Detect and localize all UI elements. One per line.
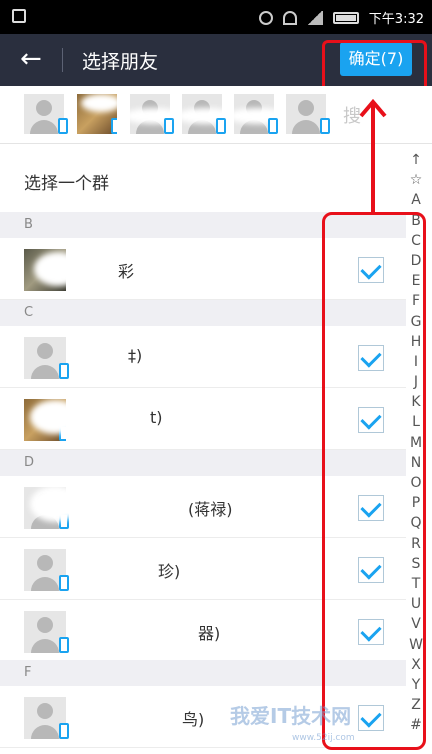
contact-name: ‡)	[128, 346, 143, 365]
screenshot-icon	[12, 9, 26, 23]
checkbox-column-highlight	[322, 212, 426, 750]
selected-avatar[interactable]	[77, 94, 117, 134]
selected-avatar[interactable]	[124, 94, 184, 134]
selected-avatar[interactable]	[286, 94, 330, 134]
status-bar: 下午3:32	[0, 0, 432, 34]
contact-name: 珍)	[158, 562, 181, 581]
phone-icon	[59, 637, 69, 653]
contact-name: (蒋禄)	[188, 500, 233, 519]
confirm-highlight-box	[322, 40, 427, 92]
alarm-icon	[258, 10, 273, 25]
title-divider	[62, 48, 63, 72]
wifi-icon	[282, 10, 297, 25]
annotation-arrow-icon	[359, 98, 387, 214]
contact-name: 鸟)	[182, 710, 205, 729]
page-title: 选择朋友	[82, 51, 159, 73]
phone-icon	[59, 575, 69, 591]
phone-icon	[111, 118, 117, 134]
avatar	[24, 611, 69, 653]
avatar	[24, 549, 69, 591]
person-icon	[36, 100, 52, 116]
selected-avatar[interactable]	[176, 94, 236, 134]
select-group-label: 选择一个群	[24, 174, 109, 194]
person-icon	[37, 617, 53, 633]
contact-name: 器)	[198, 624, 221, 643]
watermark-url: www.52ij.com	[292, 733, 355, 743]
selected-avatar[interactable]	[24, 94, 68, 134]
index-letter[interactable]: A	[406, 190, 426, 210]
phone-icon	[216, 118, 226, 134]
phone-icon	[268, 118, 278, 134]
person-icon	[37, 343, 53, 359]
avatar	[24, 337, 69, 379]
contact-name: t)	[150, 408, 163, 427]
phone-icon	[59, 363, 69, 379]
phone-icon	[59, 723, 69, 739]
watermark: 我爱IT技术网	[230, 704, 352, 728]
person-icon	[298, 100, 314, 116]
person-icon	[37, 703, 53, 719]
signal-icon	[306, 10, 323, 25]
phone-icon	[58, 118, 68, 134]
index-letter[interactable]: ↑	[406, 150, 426, 170]
battery-icon	[332, 11, 359, 24]
phone-icon	[164, 118, 174, 134]
back-arrow-icon[interactable]: ←	[20, 46, 48, 74]
contact-name: 彩	[118, 262, 135, 281]
status-time: 下午3:32	[368, 12, 424, 27]
person-icon	[37, 555, 53, 571]
index-letter[interactable]: ☆	[406, 170, 426, 190]
selected-avatar[interactable]	[228, 94, 288, 134]
avatar	[24, 697, 69, 739]
phone-icon	[320, 118, 330, 134]
